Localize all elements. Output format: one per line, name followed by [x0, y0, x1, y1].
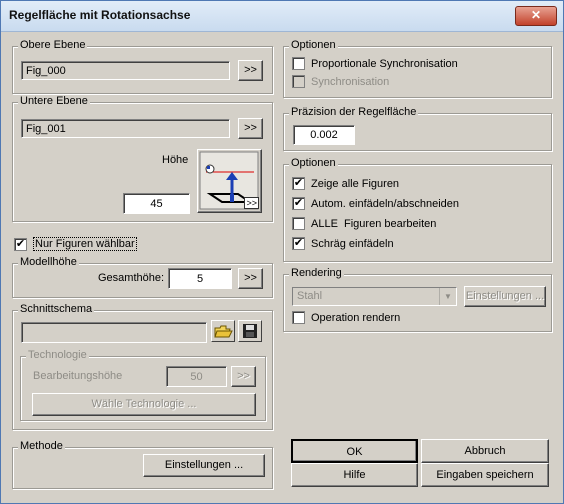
- group-optionen-sync: Optionen: [283, 39, 552, 98]
- checkbox-label: ALLE Figuren bearbeiten: [311, 217, 437, 230]
- praezision-input[interactable]: 0.002: [293, 125, 355, 145]
- checkbox-label: Nur Figuren wählbar: [33, 237, 137, 251]
- group-label: Rendering: [289, 267, 344, 279]
- group-label: Untere Ebene: [18, 95, 90, 107]
- zeige-alle-figuren-checkbox[interactable]: ✔ Zeige alle Figuren: [292, 177, 399, 190]
- checkbox-box[interactable]: [292, 311, 305, 324]
- autom-einfaedeln-checkbox[interactable]: ✔ Autom. einfädeln/abschneiden: [292, 197, 459, 210]
- checkbox-box[interactable]: ✔: [292, 197, 305, 210]
- checkbox-label: Operation rendern: [311, 311, 401, 324]
- checkbox-box[interactable]: ✔: [292, 177, 305, 190]
- obere-ebene-select-button[interactable]: >>: [238, 60, 263, 81]
- rendering-material-select[interactable]: Stahl ▼: [292, 287, 457, 306]
- checkbox-box[interactable]: ✔: [292, 237, 305, 250]
- checkbox-box[interactable]: [292, 217, 305, 230]
- bearbeitungshoehe-input[interactable]: 50: [166, 366, 227, 387]
- floppy-disk-icon: [243, 324, 257, 338]
- checkbox-label: Schräg einfädeln: [311, 237, 394, 250]
- close-button[interactable]: ✕: [515, 6, 557, 26]
- nur-figuren-checkbox[interactable]: ✔ Nur Figuren wählbar: [14, 237, 137, 251]
- schnittschema-field[interactable]: [21, 322, 207, 343]
- bearbeitungshoehe-button[interactable]: >>: [231, 366, 256, 387]
- title-bar[interactable]: Regelfläche mit Rotationsachse ✕: [1, 1, 563, 32]
- hilfe-button[interactable]: Hilfe: [291, 463, 418, 487]
- group-label: Modellhöhe: [18, 256, 79, 268]
- checkbox-label: Autom. einfädeln/abschneiden: [311, 197, 459, 210]
- checkbox-box[interactable]: [292, 57, 305, 70]
- checkbox-label: Zeige alle Figuren: [311, 177, 400, 190]
- hoehe-label: Höhe: [162, 154, 189, 166]
- bearbeitungshoehe-label: Bearbeitungshöhe: [33, 370, 123, 382]
- gesamthoehe-input[interactable]: 5: [168, 268, 232, 289]
- schraeg-einfaedeln-checkbox[interactable]: ✔ Schräg einfädeln: [292, 237, 394, 250]
- untere-ebene-field[interactable]: Fig_001: [21, 119, 230, 138]
- gesamthoehe-button[interactable]: >>: [238, 268, 263, 289]
- obere-ebene-field[interactable]: Fig_000: [21, 61, 230, 80]
- operation-rendern-checkbox[interactable]: Operation rendern: [292, 311, 400, 324]
- waehle-technologie-button[interactable]: Wähle Technologie ...: [32, 393, 256, 416]
- gesamthoehe-label: Gesamthöhe:: [98, 272, 165, 284]
- group-label: Optionen: [289, 157, 338, 169]
- eingaben-speichern-button[interactable]: Eingaben speichern: [421, 463, 549, 487]
- checkbox-label: Proportionale Synchronisation: [311, 57, 458, 70]
- checkbox-box[interactable]: ✔: [14, 237, 27, 251]
- abbruch-button[interactable]: Abbruch: [421, 439, 549, 463]
- hoehe-preview-button[interactable]: >>: [197, 149, 262, 213]
- group-label: Methode: [18, 440, 65, 452]
- select-value: Stahl: [297, 290, 323, 302]
- checkbox-label: Synchronisation: [311, 75, 390, 88]
- alle-figuren-bearbeiten-checkbox[interactable]: ALLE Figuren bearbeiten: [292, 217, 436, 230]
- window-title: Regelfläche mit Rotationsachse: [9, 8, 191, 22]
- group-label: Obere Ebene: [18, 39, 88, 51]
- save-button[interactable]: [238, 320, 262, 342]
- open-folder-button[interactable]: [211, 320, 235, 342]
- preview-more-label: >>: [244, 197, 259, 209]
- methode-einstellungen-button[interactable]: Einstellungen ...: [143, 454, 265, 477]
- group-label: Präzision der Regelfläche: [289, 106, 419, 118]
- hoehe-input[interactable]: 45: [123, 193, 190, 214]
- synchronisation-checkbox[interactable]: Synchronisation: [292, 75, 389, 88]
- group-label: Technologie: [26, 349, 89, 361]
- proportionale-sync-checkbox[interactable]: Proportionale Synchronisation: [292, 57, 458, 70]
- dialog-window: Regelfläche mit Rotationsachse ✕ Obere E…: [0, 0, 564, 504]
- rendering-einstellungen-button[interactable]: Einstellungen ...: [464, 286, 546, 307]
- ok-button[interactable]: OK: [291, 439, 418, 463]
- chevron-down-icon[interactable]: ▼: [439, 288, 456, 305]
- checkbox-box[interactable]: [292, 75, 305, 88]
- group-label: Optionen: [289, 39, 338, 51]
- group-label: Schnittschema: [18, 303, 95, 315]
- open-folder-icon: [214, 325, 233, 338]
- untere-ebene-select-button[interactable]: >>: [238, 118, 263, 139]
